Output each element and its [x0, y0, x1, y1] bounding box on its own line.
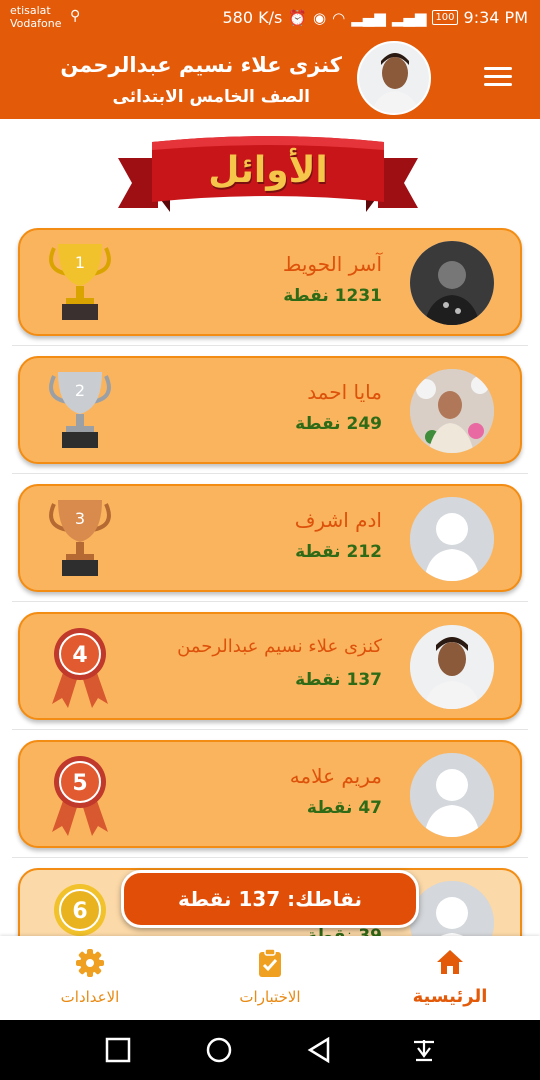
divider: [12, 473, 528, 474]
rosette-icon: 4: [52, 628, 108, 708]
leader-card-3[interactable]: ادم اشرف 212 نقطة 3: [18, 484, 522, 592]
usb-icon: ⚲: [70, 8, 81, 24]
menu-icon[interactable]: [484, 67, 512, 89]
leader-avatar: [410, 369, 494, 453]
banner-title: الأوائل: [208, 150, 328, 191]
divider: [12, 345, 528, 346]
leader-name: كنزى علاء نسيم عبدالرحمن: [177, 636, 382, 657]
recents-icon[interactable]: [104, 1036, 132, 1064]
leader-avatar: [410, 241, 494, 325]
svg-text:1: 1: [75, 253, 85, 272]
nav-exams-label: الاختبارات: [239, 988, 301, 1006]
divider: [12, 857, 528, 858]
leader-points: 137 نقطة: [295, 670, 382, 690]
leader-name: مريم علامه: [289, 764, 382, 788]
svg-text:2: 2: [75, 381, 85, 400]
leader-card-2[interactable]: مايا احمد 249 نقطة 2: [18, 356, 522, 464]
leader-avatar: [410, 497, 494, 581]
home-button-icon[interactable]: [205, 1036, 233, 1064]
status-bar: etisalat Vodafone ⚲ 580 K/s ⏰ ◉ ◠ ▂▄▆ ▂▄…: [0, 0, 540, 37]
leader-card-4[interactable]: كنزى علاء نسيم عبدالرحمن 137 نقطة 4: [18, 612, 522, 720]
leader-name: آسر الحويط: [282, 252, 382, 276]
leader-points: 212 نقطة: [295, 542, 382, 562]
notification-pull-icon[interactable]: [410, 1036, 438, 1064]
rosette-icon: 5: [52, 756, 108, 836]
gold-trophy-icon: 1: [49, 244, 111, 320]
leader-card-5[interactable]: مريم علامه 47 نقطة 5: [18, 740, 522, 848]
signal-icon-2: ▂▄▆: [391, 8, 427, 27]
svg-text:4: 4: [72, 643, 87, 668]
nav-home-label: الرئيسية: [412, 986, 488, 1007]
leader-points: 249 نقطة: [295, 414, 382, 434]
leader-card-1[interactable]: آسر الحويط 1231 نقطة 1: [18, 228, 522, 336]
signal-icon-1: ▂▄▆: [351, 8, 386, 27]
divider: [12, 729, 528, 730]
silver-trophy-icon: 2: [49, 372, 111, 448]
leader-name: ادم اشرف: [294, 508, 382, 532]
network-speed: 580 K/s: [222, 8, 283, 27]
carrier-info: etisalat Vodafone: [10, 4, 61, 30]
nav-home[interactable]: الرئيسية: [380, 948, 520, 1007]
carrier-1: etisalat: [10, 4, 51, 17]
my-points-badge: نقاطك: 137 نقطة: [121, 870, 419, 928]
system-nav-bar: [0, 1020, 540, 1080]
battery-icon: 100: [432, 10, 458, 25]
carrier-2: Vodafone: [10, 17, 62, 30]
leaders-banner: الأوائل: [118, 136, 418, 218]
student-name: كنزى علاء نسيم عبدالرحمن: [60, 53, 342, 77]
app-header: كنزى علاء نسيم عبدالرحمن الصف الخامس الا…: [0, 37, 540, 119]
leader-name: مايا احمد: [307, 380, 382, 404]
svg-text:6: 6: [72, 899, 87, 924]
bottom-nav: الرئيسية الاختبارات الاعدادات: [0, 936, 540, 1020]
nav-settings-label: الاعدادات: [60, 988, 120, 1006]
leader-points: 1231 نقطة: [283, 286, 382, 306]
alarm-icon: ⏰: [288, 8, 308, 27]
gear-icon: [76, 949, 104, 977]
svg-text:5: 5: [72, 771, 87, 796]
bronze-trophy-icon: 3: [49, 500, 111, 576]
clock: 9:34 PM: [463, 8, 528, 27]
nav-exams[interactable]: الاختبارات: [200, 948, 340, 1006]
svg-text:3: 3: [75, 509, 85, 528]
student-grade: الصف الخامس الابتدائى: [112, 87, 310, 107]
wifi-icon: ◠: [332, 8, 346, 27]
eye-icon: ◉: [313, 8, 327, 27]
user-avatar[interactable]: [357, 41, 431, 115]
leader-points: 47 نقطة: [306, 798, 382, 818]
leader-avatar: [410, 625, 494, 709]
clipboard-check-icon: [259, 948, 281, 977]
leader-avatar: [410, 753, 494, 837]
divider: [12, 601, 528, 602]
back-icon[interactable]: [306, 1036, 334, 1064]
nav-settings[interactable]: الاعدادات: [20, 948, 160, 1006]
home-icon: [437, 950, 463, 974]
status-indicators: 580 K/s ⏰ ◉ ◠ ▂▄▆ ▂▄▆ 100 9:34 PM: [223, 8, 529, 27]
